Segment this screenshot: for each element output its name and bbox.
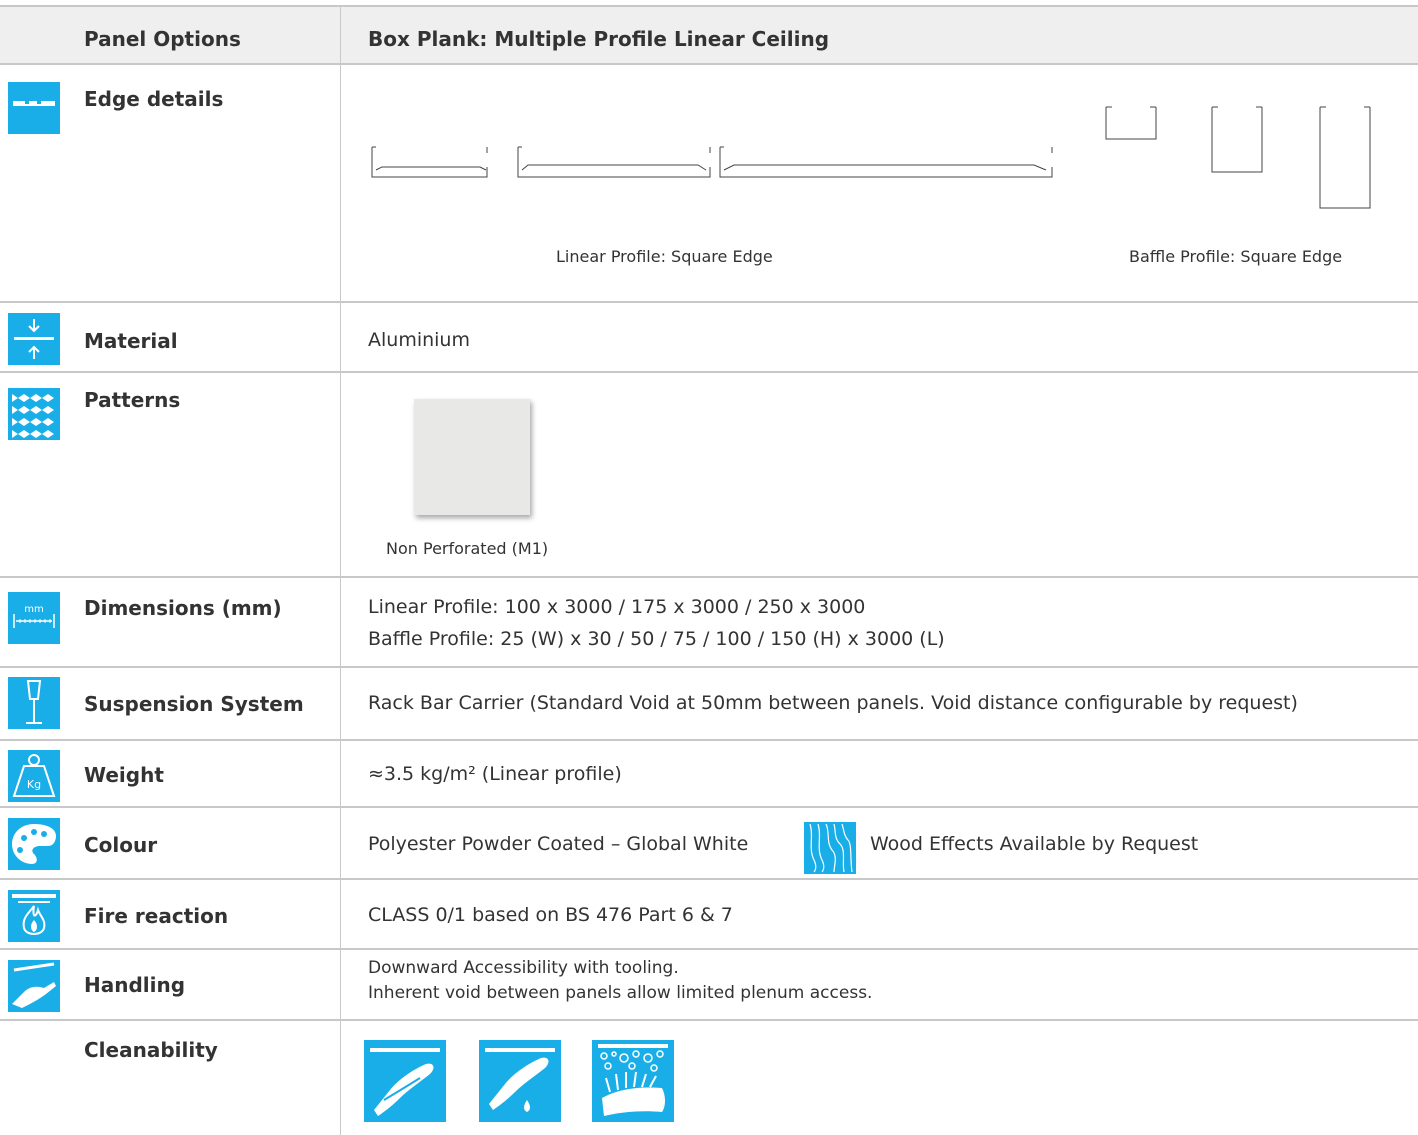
header-product-title: Box Plank: Multiple Profile Linear Ceili… (368, 27, 830, 51)
row-divider (0, 878, 1418, 880)
row-divider (0, 1019, 1418, 1021)
damp-wipe-icon (479, 1040, 561, 1122)
svg-text:mm: mm (24, 604, 43, 615)
value-fire-reaction: CLASS 0/1 based on BS 476 Part 6 & 7 (368, 904, 733, 926)
suspension-icon (8, 677, 60, 729)
pattern-icon (8, 388, 60, 440)
label-patterns: Patterns (84, 388, 181, 412)
row-divider (0, 371, 1418, 373)
material-thickness-icon (8, 313, 60, 365)
label-dimensions: Dimensions (mm) (84, 596, 282, 620)
spec-sheet: Panel Options Box Plank: Multiple Profil… (0, 0, 1418, 1135)
dimensions-mm-icon: mm (8, 592, 60, 644)
value-colour: Polyester Powder Coated – Global White (368, 833, 749, 855)
value-handling-line1: Downward Accessibility with tooling. (368, 958, 679, 978)
value-wood-effects: Wood Effects Available by Request (870, 833, 1199, 855)
label-fire-reaction: Fire reaction (84, 904, 229, 928)
svg-text:Kg: Kg (27, 778, 41, 791)
row-divider (0, 666, 1418, 668)
pattern-swatch-non-perforated (414, 399, 530, 515)
value-weight: ≈3.5 kg/m² (Linear profile) (368, 763, 622, 785)
row-divider (0, 576, 1418, 578)
edge-detail-icon (8, 82, 60, 134)
label-handling: Handling (84, 973, 186, 997)
row-divider (0, 301, 1418, 303)
dry-wipe-icon (364, 1040, 446, 1122)
weight-kg-icon: Kg (8, 750, 60, 802)
value-dimensions-baffle: Baffle Profile: 25 (W) x 30 / 50 / 75 / … (368, 628, 945, 650)
fire-icon (8, 890, 60, 942)
label-material: Material (84, 329, 178, 353)
label-weight: Weight (84, 763, 164, 787)
row-divider (0, 948, 1418, 950)
caption-linear-profile: Linear Profile: Square Edge (556, 247, 773, 266)
value-suspension: Rack Bar Carrier (Standard Void at 50mm … (368, 692, 1298, 714)
caption-baffle-profile: Baffle Profile: Square Edge (1129, 247, 1343, 266)
label-suspension: Suspension System (84, 692, 304, 716)
value-handling-line2: Inherent void between panels allow limit… (368, 983, 873, 1003)
table-header: Panel Options Box Plank: Multiple Profil… (0, 5, 1418, 65)
header-panel-options: Panel Options (84, 27, 241, 51)
label-colour: Colour (84, 833, 158, 857)
scrub-wash-icon (592, 1040, 674, 1122)
edge-profile-drawings (371, 106, 1371, 209)
label-cleanability: Cleanability (84, 1038, 218, 1062)
row-divider (0, 806, 1418, 808)
value-material: Aluminium (368, 329, 470, 351)
row-divider (0, 739, 1418, 741)
column-divider (340, 5, 341, 1135)
caption-pattern: Non Perforated (M1) (386, 539, 549, 558)
value-dimensions-linear: Linear Profile: 100 x 3000 / 175 x 3000 … (368, 596, 866, 618)
hand-handling-icon (8, 960, 60, 1012)
label-edge-details: Edge details (84, 87, 224, 111)
palette-icon (8, 818, 60, 870)
wood-grain-icon (804, 822, 856, 874)
